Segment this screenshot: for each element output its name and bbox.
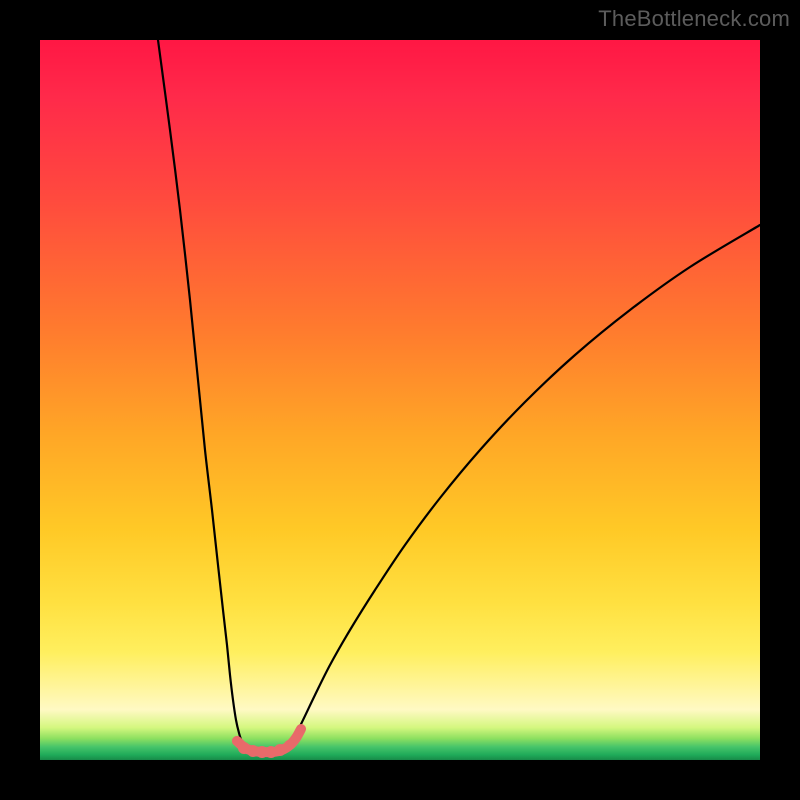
- curve-right-branch: [286, 225, 760, 750]
- curve-left-branch: [158, 40, 250, 750]
- curve-svg: [40, 40, 760, 760]
- chart-frame: TheBottleneck.com: [0, 0, 800, 800]
- marker-dot: [291, 733, 301, 743]
- plot-area: [40, 40, 760, 760]
- marker-dot: [297, 725, 305, 733]
- watermark-text: TheBottleneck.com: [598, 6, 790, 32]
